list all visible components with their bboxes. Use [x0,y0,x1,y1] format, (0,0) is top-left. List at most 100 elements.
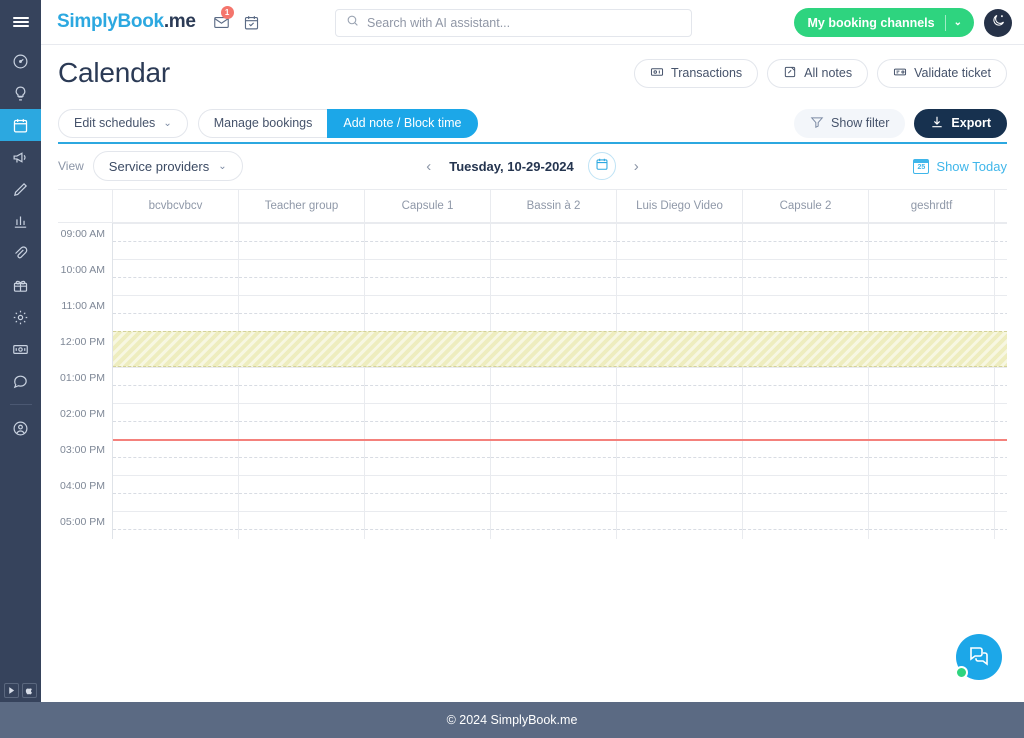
calendar-slot-cell[interactable] [743,511,869,539]
calendar-check-icon[interactable] [243,14,260,31]
my-booking-channels-button[interactable]: My booking channels ⌄ [793,8,974,49]
search-input[interactable] [367,16,681,30]
calendar-slot-cell[interactable] [995,439,1007,475]
calendar-slot-cell[interactable] [239,367,365,403]
calendar-slot-cell[interactable] [239,475,365,511]
calendar-slot-cell[interactable] [617,223,743,259]
calendar-slot-cell[interactable] [743,259,869,295]
sidebar-item-dashboard[interactable] [0,45,41,77]
calendar-slot-cell[interactable] [491,295,617,331]
chevron-down-icon[interactable]: ⌄ [954,17,968,28]
date-picker-button[interactable] [587,152,616,180]
calendar-slot-cell[interactable] [995,511,1007,539]
sidebar-item-design[interactable] [0,173,41,205]
calendar-slot-cell[interactable] [995,403,1007,439]
show-filter-button[interactable]: Show filter [794,108,906,138]
search-bar[interactable] [335,9,692,37]
calendar-slot-cell[interactable] [113,367,239,403]
calendar-slot-cell[interactable] [239,295,365,331]
calendar-slot-cell[interactable] [491,259,617,295]
calendar-slot-cell[interactable] [113,223,239,259]
calendar-slot-cell[interactable] [995,475,1007,511]
calendar-slot-cell[interactable] [491,439,617,475]
calendar-slot-cell[interactable] [869,259,995,295]
calendar-slot-cell[interactable] [869,295,995,331]
calendar-slot-cell[interactable] [365,223,491,259]
calendar-slot-cell[interactable] [113,331,239,367]
calendar-slot-cell[interactable] [617,439,743,475]
export-button[interactable]: Export [914,108,1007,138]
calendar-slot-cell[interactable] [491,367,617,403]
validate-ticket-button[interactable]: Validate ticket [877,58,1007,88]
calendar-slot-cell[interactable] [113,475,239,511]
calendar-slot-cell[interactable] [365,295,491,331]
app-store-badge[interactable] [22,683,37,698]
calendar-slot-cell[interactable] [491,331,617,367]
calendar-slot-cell[interactable] [869,511,995,539]
calendar-slot-cell[interactable] [743,223,869,259]
sidebar-item-account[interactable] [0,412,41,444]
sidebar-item-reports[interactable] [0,205,41,237]
sidebar-item-integrations[interactable] [0,237,41,269]
sidebar-item-chat[interactable] [0,365,41,397]
calendar-slot-cell[interactable] [491,511,617,539]
sidebar-item-payments[interactable] [0,333,41,365]
calendar-slot-cell[interactable] [365,259,491,295]
support-chat-button[interactable] [955,634,1002,680]
calendar-slot-cell[interactable] [617,295,743,331]
transactions-button[interactable]: Transactions [634,58,759,88]
next-day-button[interactable]: › [630,158,643,175]
prev-day-button[interactable]: ‹ [422,158,435,175]
calendar-slot-cell[interactable] [113,439,239,475]
edit-schedules-dropdown[interactable]: Edit schedules ⌄ [58,108,188,138]
calendar-slot-cell[interactable] [869,223,995,259]
sidebar-item-ideas[interactable] [0,77,41,109]
calendar-slot-cell[interactable] [113,403,239,439]
calendar-slot-cell[interactable] [869,367,995,403]
show-today-button[interactable]: 25 Show Today [913,158,1007,174]
calendar-slot-cell[interactable] [995,295,1007,331]
calendar-slot-cell[interactable] [743,331,869,367]
calendar-slot-cell[interactable] [617,259,743,295]
calendar-slot-cell[interactable] [617,331,743,367]
calendar-slot-cell[interactable] [491,403,617,439]
calendar-slot-cell[interactable] [113,295,239,331]
calendar-slot-cell[interactable] [617,367,743,403]
calendar-slot-cell[interactable] [365,403,491,439]
sidebar-item-settings[interactable] [0,301,41,333]
hamburger-icon[interactable] [0,0,41,45]
tab-add-note-block-time[interactable]: Add note / Block time [327,108,478,138]
calendar-slot-cell[interactable] [995,331,1007,367]
theme-toggle-button[interactable] [984,8,1012,37]
sidebar-item-gifts[interactable] [0,269,41,301]
tab-manage-bookings[interactable]: Manage bookings [197,108,328,138]
sidebar-item-calendar[interactable] [0,109,41,141]
calendar-slot-cell[interactable] [365,439,491,475]
calendar-slot-cell[interactable] [743,475,869,511]
calendar-slot-cell[interactable] [113,511,239,539]
calendar-slot-cell[interactable] [239,331,365,367]
view-mode-select[interactable]: Service providers ⌄ [92,151,243,181]
calendar-slot-cell[interactable] [743,295,869,331]
calendar-slot-cell[interactable] [869,331,995,367]
calendar-slot-cell[interactable] [239,403,365,439]
calendar-slot-cell[interactable] [869,403,995,439]
calendar-slot-cell[interactable] [617,403,743,439]
calendar-slot-cell[interactable] [239,511,365,539]
calendar-slot-cell[interactable] [995,367,1007,403]
calendar-slot-cell[interactable] [743,439,869,475]
calendar-slot-cell[interactable] [869,439,995,475]
calendar-slot-cell[interactable] [365,511,491,539]
calendar-slot-cell[interactable] [869,475,995,511]
envelope-icon[interactable]: 1 [213,5,234,31]
calendar-slot-cell[interactable] [365,475,491,511]
calendar-slot-cell[interactable] [491,475,617,511]
calendar-slot-cell[interactable] [995,259,1007,295]
calendar-slot-cell[interactable] [239,223,365,259]
calendar-slot-cell[interactable] [995,223,1007,259]
calendar-slot-cell[interactable] [365,331,491,367]
calendar-slot-cell[interactable] [239,259,365,295]
calendar-slot-cell[interactable] [365,367,491,403]
calendar-slot-cell[interactable] [617,511,743,539]
calendar-slot-cell[interactable] [617,475,743,511]
